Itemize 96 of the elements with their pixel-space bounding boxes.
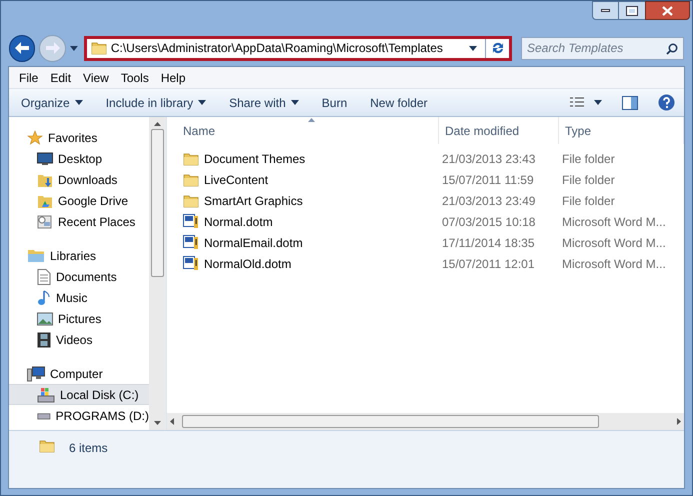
file-date: 21/03/2013 23:49 [441,192,536,210]
file-name: SmartArt Graphics [204,192,303,210]
folder-icon [90,41,107,55]
file-row[interactable]: NormalOld.dotm 15/07/2011 12:01 Microsoft Word M... [183,253,684,274]
toolbar-button[interactable]: New folder [365,94,432,112]
file-type: File folder [561,192,615,210]
toolbar-button[interactable]: Share with [224,94,304,112]
horizontal-scrollbar[interactable] [167,413,684,430]
address-bar[interactable]: C:\Users\Administrator\AppData\Roaming\Microsoft\Templates [84,36,512,60]
search-icon [666,42,678,54]
disk-drive-icon [37,410,51,420]
monitor-icon [37,152,53,166]
nav-item[interactable]: Videos [9,329,149,350]
caret-icon [469,46,477,50]
picture-icon [37,312,53,326]
libraries-folder-icon [27,248,45,262]
column-header[interactable]: Name [177,117,439,144]
column-header[interactable]: Type [559,117,684,144]
list-view-icon [570,97,584,108]
file-name: Document Themes [204,150,306,168]
nav-group[interactable]: Computer [9,363,149,384]
minimize-button[interactable] [592,1,619,20]
file-date: 15/07/2011 11:59 [441,172,535,188]
file-date: 07/03/2015 10:18 [441,214,536,230]
file-type: Microsoft Word M... [561,256,666,272]
nav-item[interactable]: PROGRAMS (D:) [9,405,149,426]
word-document-icon [183,235,199,250]
file-type: File folder [561,150,615,168]
maximize-button[interactable] [619,1,645,20]
computer-icon [27,366,45,382]
word-document-icon [183,256,199,271]
nav-item[interactable]: Downloads [9,169,149,190]
view-options-button[interactable] [570,97,602,108]
nav-group[interactable]: Favorites [9,127,149,148]
file-type: File folder [561,172,615,188]
file-date: 17/11/2014 18:35 [441,234,536,252]
recent-places-icon [37,214,53,230]
word-document-icon [183,214,199,229]
file-row[interactable]: LiveContent 15/07/2011 11:59 File folder [183,169,684,190]
file-name: NormalOld.dotm [204,256,292,272]
menu-item[interactable]: Edit [44,68,78,86]
caret-icon [594,100,602,105]
file-type: Microsoft Word M... [561,234,666,252]
search-field[interactable]: Search Templates [521,36,684,60]
nav-item[interactable]: Documents [9,266,149,287]
disk-drive-icon [37,386,55,402]
nav-item[interactable]: Music [9,287,149,308]
nav-item[interactable]: Pictures [9,308,149,329]
folder-icon [183,172,199,186]
folder-icon [183,194,199,208]
nav-item[interactable]: Recent Places [9,211,149,232]
file-type: Microsoft Word M... [561,214,666,230]
star-icon [27,130,43,146]
column-header[interactable]: Date modified [439,117,559,144]
back-button[interactable] [9,34,36,62]
nav-item[interactable]: Local Disk (C:) [9,384,149,405]
film-icon [37,332,51,348]
toolbar-button[interactable]: Organize [16,94,88,112]
history-caret-icon [70,46,78,50]
down-arrow-icon [154,421,161,425]
menu-item[interactable]: Help [154,68,192,86]
close-button[interactable] [645,1,690,20]
sort-arrow-icon [308,118,314,122]
close-icon [662,6,673,16]
file-row[interactable]: Normal.dotm 07/03/2015 10:18 Microsoft Word M... [183,211,684,232]
file-row[interactable]: NormalEmail.dotm 17/11/2014 18:35 Microsoft Word M... [183,232,684,253]
nav-item[interactable]: Desktop [9,148,149,169]
status-folder-icon [39,439,55,453]
menu-item[interactable]: View [77,68,115,86]
nav-item[interactable]: Google Drive [9,190,149,211]
help-icon[interactable] [658,94,675,111]
address-path: C:\Users\Administrator\AppData\Roaming\Microsoft\Templates [110,40,444,57]
file-date: 21/03/2013 23:43 [441,150,536,168]
nav-group[interactable]: Libraries [9,245,149,266]
right-arrow-icon [677,418,681,425]
file-name: NormalEmail.dotm [204,234,303,252]
toolbar-button[interactable]: Burn [316,94,352,112]
file-date: 15/07/2011 12:01 [441,256,536,272]
file-name: Normal.dotm [204,214,273,230]
up-arrow-icon [154,122,161,126]
file-row[interactable]: Document Themes 21/03/2013 23:43 File folder [183,148,684,169]
right-arrow-icon [46,42,60,54]
left-arrow-icon [15,42,30,54]
refresh-icon[interactable] [490,41,504,55]
file-name: LiveContent [204,172,268,188]
preview-pane-icon[interactable] [622,96,638,110]
music-note-icon [37,290,51,306]
document-icon [37,268,51,284]
left-arrow-icon [170,418,174,425]
menu-item[interactable]: Tools [114,68,155,86]
toolbar-button[interactable]: Include in library [100,94,212,112]
menu-item[interactable]: File [13,68,44,86]
folder-icon [183,152,199,166]
vertical-scrollbar[interactable] [149,117,166,430]
item-count: 6 items [69,440,108,457]
file-row[interactable]: SmartArt Graphics 21/03/2013 23:49 File folder [183,190,684,211]
